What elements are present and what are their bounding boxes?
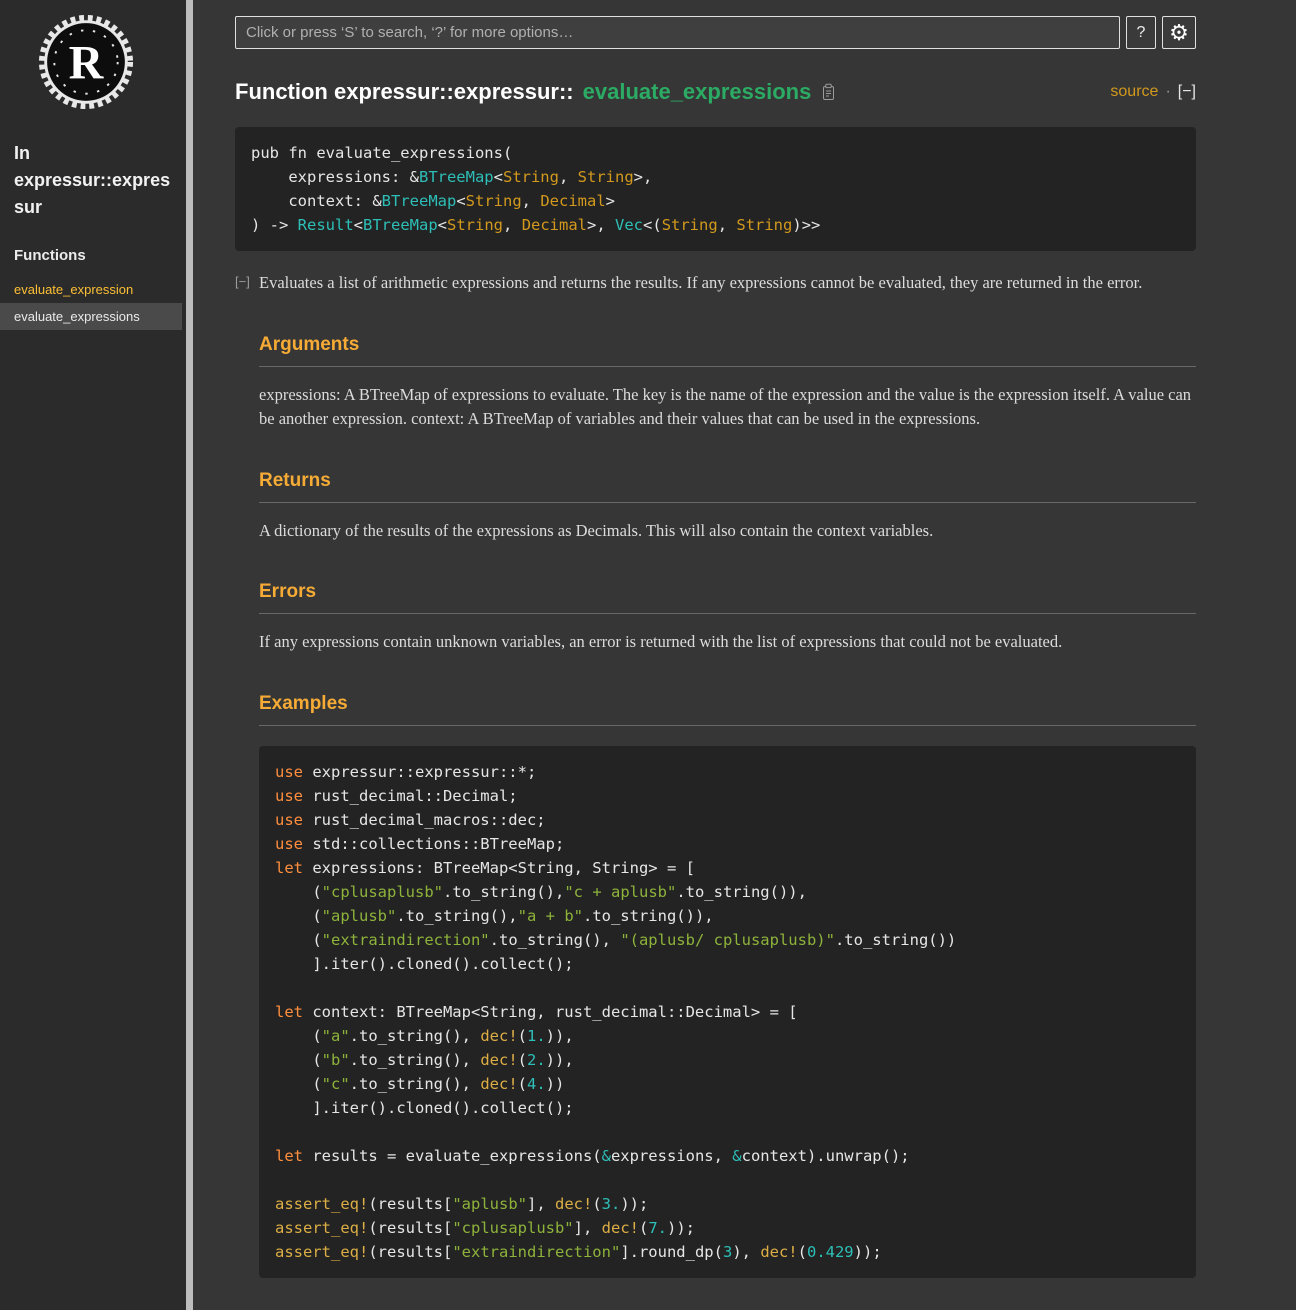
sidebar-item-evaluate_expression[interactable]: evaluate_expression (0, 276, 182, 303)
sidebar-item-evaluate_expressions[interactable]: evaluate_expressions (0, 303, 182, 330)
section-body-returns: A dictionary of the results of the expre… (259, 519, 1196, 544)
sidebar: R In expressur::expressur Functions eval… (0, 0, 186, 1310)
code-line: ("b".to_string(), dec!(2.)), (275, 1048, 1180, 1072)
code-line: pub fn evaluate_expressions( (251, 141, 1180, 165)
code-line: expressions: &BTreeMap<String, String>, (251, 165, 1180, 189)
section-returns: Returns A dictionary of the results of t… (259, 470, 1196, 544)
main-content: ? ⚙ Function expressur::expressur::evalu… (193, 0, 1296, 1310)
code-line: context: &BTreeMap<String, Decimal> (251, 189, 1180, 213)
section-arguments: Arguments expressions: A BTreeMap of exp… (259, 334, 1196, 432)
sidebar-resizer[interactable] (186, 0, 193, 1310)
section-body-arguments: expressions: A BTreeMap of expressions t… (259, 383, 1196, 432)
settings-gear-icon[interactable]: ⚙ (1162, 16, 1196, 49)
title-function-name[interactable]: evaluate_expressions (583, 79, 812, 105)
title-controls: source · [−] (1110, 83, 1196, 101)
code-line: assert_eq!(results["aplusb"], dec!(3.)); (275, 1192, 1180, 1216)
code-line: let results = evaluate_expressions(&expr… (275, 1144, 1180, 1168)
help-button[interactable]: ? (1126, 16, 1156, 49)
code-line: let expressions: BTreeMap<String, String… (275, 856, 1180, 880)
rust-logo-icon: R (38, 14, 134, 110)
rust-logo[interactable]: R (38, 14, 134, 110)
section-heading-errors: Errors (259, 581, 1196, 614)
search-input[interactable] (235, 16, 1120, 49)
svg-text:R: R (69, 36, 105, 89)
code-line: ("c".to_string(), dec!(4.)) (275, 1072, 1180, 1096)
page-title: Function expressur::expressur::evaluate_… (235, 79, 836, 105)
section-errors: Errors If any expressions contain unknow… (259, 581, 1196, 655)
collapse-all-toggle[interactable]: [−] (1178, 83, 1196, 101)
description-collapse-toggle[interactable]: [−] (235, 274, 250, 289)
section-examples: Examples use expressur::expressur::*;use… (259, 693, 1196, 1278)
section-body-errors: If any expressions contain unknown varia… (259, 630, 1196, 655)
title-row: Function expressur::expressur::evaluate_… (235, 79, 1196, 105)
code-line: use rust_decimal::Decimal; (275, 784, 1180, 808)
code-line: use std::collections::BTreeMap; (275, 832, 1180, 856)
source-link[interactable]: source (1110, 83, 1158, 101)
code-line: ) -> Result<BTreeMap<String, Decimal>, V… (251, 213, 1180, 237)
code-line: let context: BTreeMap<String, rust_decim… (275, 1000, 1180, 1024)
code-line: ("a".to_string(), dec!(1.)), (275, 1024, 1180, 1048)
code-line: assert_eq!(results["cplusaplusb"], dec!(… (275, 1216, 1180, 1240)
dot-separator: · (1165, 83, 1170, 101)
section-heading-returns: Returns (259, 470, 1196, 503)
code-line: ("aplusb".to_string(),"a + b".to_string(… (275, 904, 1180, 928)
search-bar: ? ⚙ (235, 16, 1196, 49)
code-line: ("extraindirection".to_string(), "(aplus… (275, 928, 1180, 952)
function-description: Evaluates a list of arithmetic expressio… (259, 271, 1196, 296)
description-row: [−] Evaluates a list of arithmetic expre… (259, 271, 1196, 296)
sidebar-section-functions: Functions (14, 247, 172, 264)
code-line (275, 1120, 1180, 1144)
title-prefix: Function expressur::expressur:: (235, 79, 574, 105)
code-line (275, 1168, 1180, 1192)
code-line: use expressur::expressur::*; (275, 760, 1180, 784)
function-declaration: pub fn evaluate_expressions( expressions… (235, 127, 1196, 251)
code-line: assert_eq!(results["extraindirection"].r… (275, 1240, 1180, 1264)
code-line: ].iter().cloned().collect(); (275, 1096, 1180, 1120)
code-line: ].iter().cloned().collect(); (275, 952, 1180, 976)
code-line: ("cplusaplusb".to_string(),"c + aplusb".… (275, 880, 1180, 904)
code-line (275, 976, 1180, 1000)
section-heading-arguments: Arguments (259, 334, 1196, 367)
section-heading-examples: Examples (259, 693, 1196, 726)
sidebar-crate-location[interactable]: In expressur::expressur (14, 140, 172, 221)
code-line: use rust_decimal_macros::dec; (275, 808, 1180, 832)
copy-path-button[interactable] (820, 83, 836, 101)
example-code-block: use expressur::expressur::*;use rust_dec… (259, 746, 1196, 1278)
docblock: [−] Evaluates a list of arithmetic expre… (259, 271, 1196, 1278)
sidebar-function-list: evaluate_expressionevaluate_expressions (14, 276, 172, 330)
copy-path-icon (820, 83, 836, 101)
